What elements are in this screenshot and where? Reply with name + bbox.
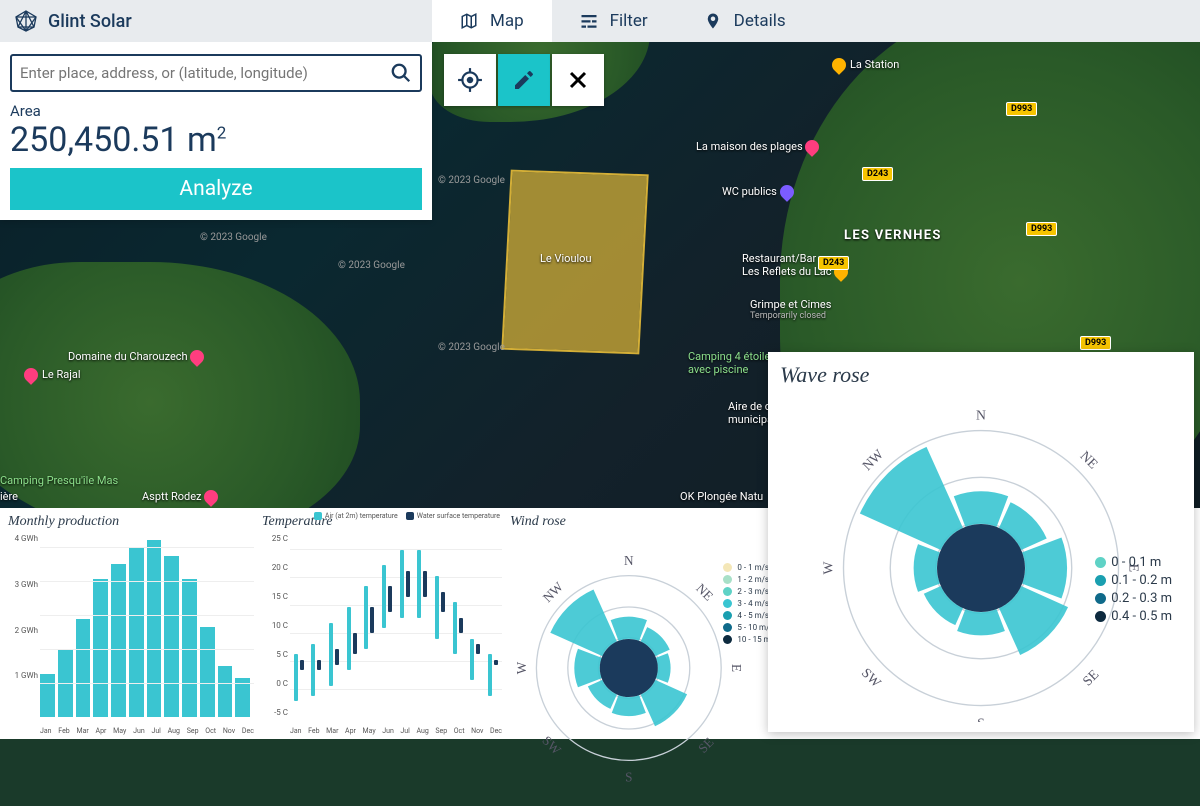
road-badge: D243 [818, 256, 849, 270]
poi-plongee: OK Plongée Natu [680, 490, 763, 503]
y-axis: 4 GWh3 GWh2 GWh1 GWh [8, 534, 38, 717]
svg-text:N: N [624, 553, 634, 568]
tab-filter[interactable]: Filter [552, 0, 676, 42]
x-axis: JanFebMarAprMayJunJulAugSepOctNovDec [40, 727, 254, 735]
svg-text:N: N [976, 408, 986, 423]
search-input[interactable] [20, 64, 390, 82]
chart-temperature: Temperature Air (at 2m) temperature Wate… [262, 514, 502, 735]
map-toolbar [444, 54, 604, 106]
wave-legend: 0 - 0.1 m0.1 - 0.2 m0.2 - 0.3 m0.4 - 0.5… [1095, 552, 1172, 627]
poi-wc: WC publics [722, 185, 798, 199]
draw-button[interactable] [498, 54, 550, 106]
x-axis: JanFebMarAprMayJunJulAugSepOctNovDec [290, 727, 502, 735]
poi-camping4: Camping 4 étoiles avec piscine [688, 350, 776, 376]
y-axis: -5 C0 C5 C10 C15 C20 C25 C [262, 534, 288, 717]
analyze-button[interactable]: Analyze [10, 168, 422, 210]
temp-legend: Air (at 2m) temperature Water surface te… [314, 512, 500, 520]
poi-presquile: Camping Presqu'île Mas [0, 474, 118, 487]
clear-button[interactable] [552, 54, 604, 106]
search-field[interactable] [10, 54, 422, 92]
rose-wrap: NNEESESSWWNW 0 - 1 m/s1 - 2 m/s2 - 3 m/s… [510, 534, 774, 802]
map-copyright: © 2023 Google [438, 175, 505, 186]
map-land [0, 262, 360, 508]
temp-columns [290, 534, 502, 717]
svg-text:SE: SE [695, 734, 716, 755]
temp-chart-body: -5 C0 C5 C10 C15 C20 C25 C JanFebMarAprM… [262, 534, 502, 735]
tab-details-label: Details [734, 11, 786, 31]
road-badge: D993 [1026, 222, 1057, 236]
rose-wrap: NNEESESSWWNW 0 - 0.1 m0.1 - 0.2 m0.2 - 0… [780, 392, 1182, 722]
svg-text:SW: SW [539, 733, 564, 758]
poi-pin-icon [803, 137, 823, 157]
road-badge: D243 [862, 167, 893, 181]
tab-filter-label: Filter [610, 11, 648, 31]
map-copyright: © 2023 Google [338, 260, 405, 271]
poi-pin-icon [201, 487, 221, 507]
filter-icon [580, 12, 598, 30]
area-value: 250,450.51 m2 [10, 120, 422, 160]
svg-text:S: S [977, 716, 985, 723]
svg-text:NE: NE [1077, 448, 1101, 472]
poi-station: La Station [832, 58, 899, 72]
svg-text:SE: SE [1080, 667, 1102, 689]
chart-monthly-production: Monthly production 4 GWh3 GWh2 GWh1 GWh … [8, 514, 254, 735]
tab-details[interactable]: Details [676, 0, 814, 42]
svg-text:E: E [729, 664, 744, 672]
map-icon [460, 12, 478, 30]
brand-name: Glint Solar [48, 11, 132, 32]
svg-text:NW: NW [859, 446, 886, 473]
locate-button[interactable] [444, 54, 496, 106]
area-label: Area [10, 102, 422, 120]
pin-icon [704, 12, 722, 30]
svg-text:SW: SW [859, 665, 884, 690]
poi-plages: La maison des plages [696, 140, 823, 154]
place-big: LES VERNHES [844, 228, 942, 243]
poi-rajal: Le Rajal [24, 368, 81, 382]
chart-title: Wave rose [780, 362, 1182, 388]
poi-charouzech: Domaine du Charouzech [68, 350, 208, 364]
svg-text:W: W [821, 561, 836, 574]
poi-label: Le Vioulou [540, 252, 592, 265]
brand-logo-icon [14, 9, 38, 33]
map-copyright: © 2023 Google [200, 232, 267, 243]
poi-grimpe: Grimpe et CimesTemporarily closed [750, 298, 831, 321]
svg-text:NW: NW [540, 579, 567, 606]
chart-wind-rose: Wind rose NNEESESSWWNW 0 - 1 m/s1 - 2 m/… [510, 514, 774, 735]
chart-title: Wind rose [510, 514, 774, 530]
bar-chart-body: 4 GWh3 GWh2 GWh1 GWh JanFebMarAprMayJunJ… [8, 534, 254, 735]
poi-iere: ière [0, 490, 18, 503]
svg-text:S: S [625, 770, 632, 785]
svg-text:W: W [514, 661, 529, 674]
poi-pin-icon [777, 182, 797, 202]
brand: Glint Solar [0, 0, 432, 42]
poi-pin-icon [829, 55, 849, 75]
poi-pin-icon [21, 365, 41, 385]
nav-tabs: Map Filter Details [432, 0, 1200, 42]
poi-asptt: Asptt Rodez [142, 490, 222, 504]
poi-pin-icon [187, 347, 207, 367]
grid-lines [40, 534, 254, 717]
map-copyright: © 2023 Google [438, 342, 505, 353]
top-bar: Glint Solar Map Filter Details [0, 0, 1200, 42]
chart-title: Monthly production [8, 514, 254, 530]
road-badge: D993 [1080, 336, 1111, 350]
chart-wave-rose: Wave rose NNEESESSWWNW 0 - 0.1 m0.1 - 0.… [768, 352, 1194, 732]
search-icon[interactable] [390, 62, 412, 84]
road-badge: D993 [1006, 102, 1037, 116]
tab-map-label: Map [490, 11, 524, 31]
tab-map[interactable]: Map [432, 0, 552, 42]
search-area-panel: Area 250,450.51 m2 Analyze [0, 42, 432, 220]
svg-text:NE: NE [693, 580, 716, 603]
